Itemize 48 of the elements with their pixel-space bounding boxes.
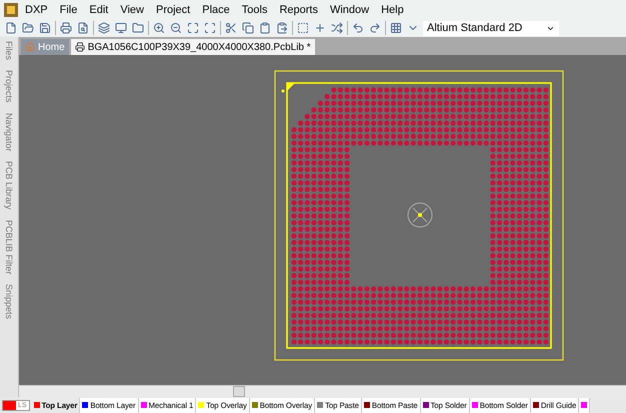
clipboard-icon[interactable]	[258, 21, 272, 35]
maximize-icon[interactable]	[186, 21, 200, 35]
side-panel-tab[interactable]: PCBLIB Filter	[4, 216, 14, 278]
view-selector[interactable]: Altium Standard 2D	[423, 20, 559, 36]
side-panel-tab[interactable]: Snippets	[4, 281, 14, 322]
home-icon	[25, 42, 35, 52]
side-panel-tab[interactable]: Projects	[4, 67, 14, 106]
undo-icon[interactable]	[351, 21, 365, 35]
shuffle-icon[interactable]	[330, 21, 344, 35]
scan-icon[interactable]	[203, 21, 217, 35]
document-tab[interactable]: BGA1056C100P39X39_4000X4000X380.PcbLib *	[70, 39, 315, 55]
origin-marker-icon	[408, 202, 432, 228]
side-panel-tab[interactable]: Navigator	[4, 110, 14, 154]
menu-item[interactable]: Place	[197, 4, 235, 16]
horizontal-scrollbar[interactable]	[19, 385, 626, 397]
menu-item[interactable]: Reports	[274, 4, 323, 16]
dashed-square-icon[interactable]	[296, 21, 310, 35]
document-search-icon[interactable]	[76, 21, 90, 35]
printer-icon[interactable]	[59, 21, 73, 35]
zoom-out-icon[interactable]	[169, 21, 183, 35]
file-icon[interactable]	[4, 21, 18, 35]
layers-icon[interactable]	[97, 21, 111, 35]
save-icon[interactable]	[38, 21, 52, 35]
menu-item[interactable]: Help	[376, 4, 409, 16]
zoom-in-icon[interactable]	[152, 21, 166, 35]
color-swatch	[3, 400, 16, 410]
side-panel-tab[interactable]: PCB Library	[4, 158, 14, 213]
redo-icon[interactable]	[368, 21, 382, 35]
plus-icon[interactable]	[313, 21, 327, 35]
grid-icon[interactable]	[389, 21, 403, 35]
menu-item[interactable]: Tools	[236, 4, 272, 16]
menu-item[interactable]: Project	[150, 4, 196, 16]
menu-item[interactable]: Window	[324, 4, 374, 16]
logo-icon	[4, 2, 18, 16]
menu-item[interactable]: DXP	[20, 4, 53, 16]
side-panel-tab[interactable]: Files	[4, 38, 14, 64]
scroll-thumb[interactable]	[233, 386, 245, 397]
paste-icon[interactable]	[275, 21, 289, 35]
copy-icon[interactable]	[241, 21, 255, 35]
menu-item[interactable]: View	[115, 4, 149, 16]
folder-icon[interactable]	[21, 21, 35, 35]
scissors-icon[interactable]	[224, 21, 238, 35]
monitor-icon[interactable]	[114, 21, 128, 35]
menu-item[interactable]: File	[54, 4, 82, 16]
layer-tab[interactable]	[579, 398, 590, 412]
folder-icon[interactable]	[131, 21, 145, 35]
pin-marker	[282, 90, 284, 92]
menu-item[interactable]: Edit	[84, 4, 114, 16]
